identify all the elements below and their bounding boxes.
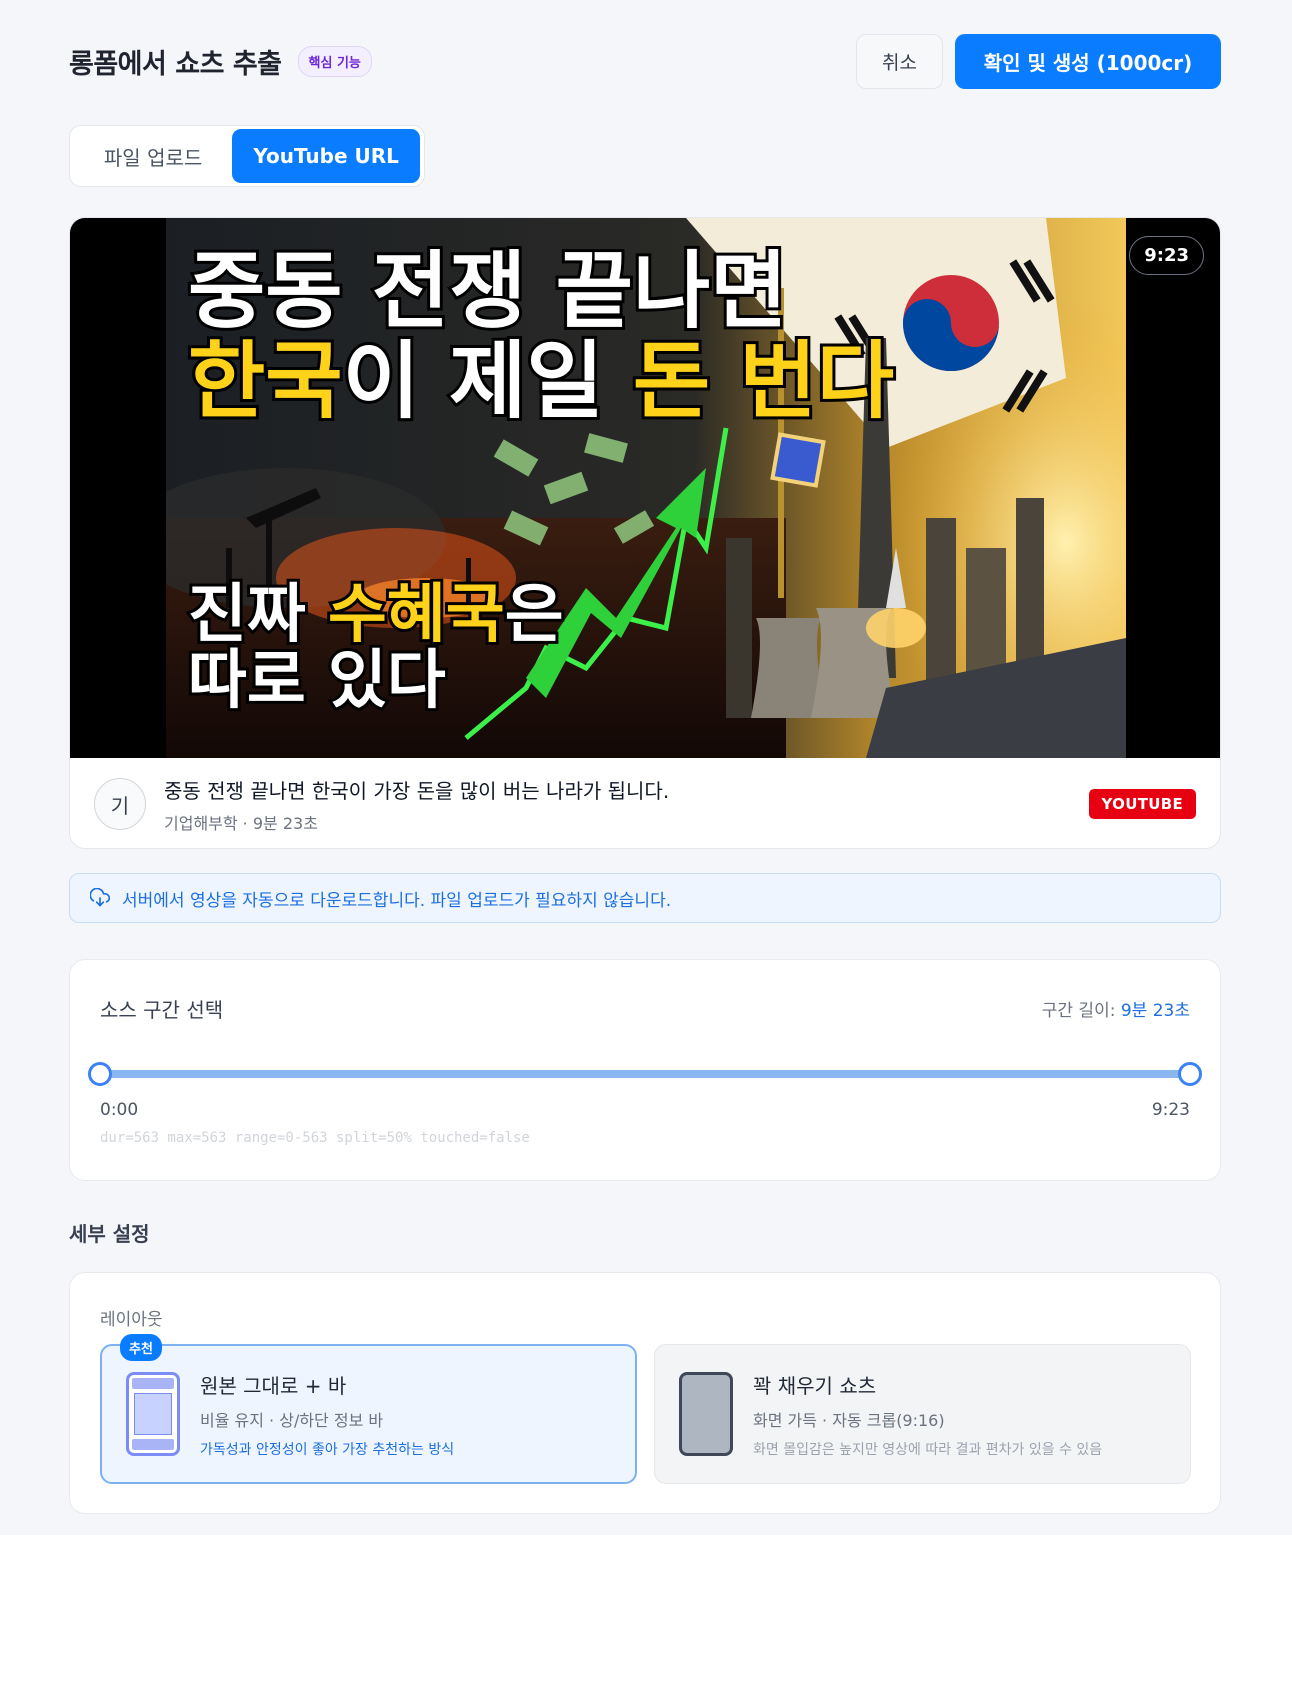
range-length-value: 9분 23초 bbox=[1120, 1001, 1190, 1021]
svg-text:진짜 수혜국은: 진짜 수혜국은 bbox=[188, 578, 564, 652]
range-debug-text: dur=563 max=563 range=0-563 split=50% to… bbox=[100, 1130, 530, 1146]
thumbnail-artwork: 중동 전쟁 끝나면 한국이 제일 돈 번다 진짜 수혜국은 따로 있다 bbox=[166, 218, 1126, 758]
slider-start-handle[interactable] bbox=[88, 1062, 112, 1086]
layout-option-original-with-bars[interactable]: 추천 원본 그대로 + 바 비율 유지 · 상/하단 정보 바 가독성과 안정성… bbox=[100, 1334, 637, 1484]
slider-end-handle[interactable] bbox=[1178, 1062, 1202, 1086]
thumbnail-headline-word-korea: 한국 bbox=[188, 332, 343, 430]
option-subtitle: 화면 가득 · 자동 크롭(9:16) bbox=[753, 1410, 945, 1430]
video-preview-card: 중동 전쟁 끝나면 한국이 제일 돈 번다 진짜 수혜국은 따로 있다 9:23… bbox=[69, 217, 1221, 849]
svg-text:한국이 제일 돈 번다: 한국이 제일 돈 번다 bbox=[188, 332, 894, 430]
page-title: 롱폼에서 쇼츠 추출 bbox=[69, 49, 282, 80]
layout-settings-card: 레이아웃 추천 원본 그대로 + 바 비율 유지 · 상/하단 정보 바 가독성… bbox=[69, 1272, 1221, 1514]
avatar-alt-text: 기 bbox=[110, 793, 130, 818]
video-meta: 기업해부학 · 9분 23초 bbox=[164, 813, 318, 833]
range-end-time: 9:23 bbox=[1151, 1100, 1190, 1120]
range-title: 소스 구간 선택 bbox=[100, 998, 224, 1022]
range-length-label: 구간 길이: bbox=[1041, 1001, 1121, 1021]
cancel-button[interactable]: 취소 bbox=[856, 34, 943, 89]
range-slider[interactable] bbox=[88, 1062, 1202, 1086]
option-text: 꽉 채우기 쇼츠 화면 가득 · 자동 크롭(9:16) 화면 몰입감은 높지만… bbox=[753, 1370, 1102, 1459]
slider-selected-range bbox=[100, 1070, 1190, 1078]
option-title: 원본 그대로 + 바 bbox=[200, 1373, 347, 1398]
tab-youtube-url[interactable]: YouTube URL bbox=[232, 129, 420, 183]
thumbnail-subline-line4: 따로 있다 bbox=[188, 644, 446, 718]
confirm-generate-button[interactable]: 확인 및 생성 (1000cr) bbox=[955, 34, 1221, 89]
phone-fill-icon bbox=[679, 1372, 733, 1456]
video-thumbnail[interactable]: 중동 전쟁 끝나면 한국이 제일 돈 번다 진짜 수혜국은 따로 있다 9:23 bbox=[70, 218, 1220, 758]
tab-file-upload[interactable]: 파일 업로드 bbox=[74, 129, 232, 183]
thumbnail-headline-word-money: 돈 번다 bbox=[633, 332, 894, 430]
page: 롱폼에서 쇼츠 추출 핵심 기능 취소 확인 및 생성 (1000cr) 파일 … bbox=[0, 0, 1292, 1535]
notice-text: 서버에서 영상을 자동으로 다운로드합니다. 파일 업로드가 필요하지 않습니다… bbox=[122, 890, 672, 911]
core-feature-badge: 핵심 기능 bbox=[297, 46, 372, 77]
option-text: 원본 그대로 + 바 비율 유지 · 상/하단 정보 바 가독성과 안정성이 좋… bbox=[200, 1370, 454, 1459]
range-header: 소스 구간 선택 구간 길이: 9분 23초 bbox=[100, 994, 1190, 1023]
header: 롱폼에서 쇼츠 추출 핵심 기능 취소 확인 및 생성 (1000cr) bbox=[69, 34, 1221, 89]
layout-option-fill-shorts[interactable]: 꽉 채우기 쇼츠 화면 가득 · 자동 크롭(9:16) 화면 몰입감은 높지만… bbox=[654, 1344, 1191, 1484]
option-note: 가독성과 안정성이 좋아 가장 추천하는 방식 bbox=[200, 1441, 455, 1458]
range-start-time: 0:00 bbox=[100, 1100, 139, 1120]
video-info: 기 중동 전쟁 끝나면 한국이 가장 돈을 많이 버는 나라가 됩니다. 기업해… bbox=[70, 758, 1220, 848]
channel-avatar: 기 bbox=[94, 778, 146, 830]
cloud-download-icon bbox=[90, 888, 110, 907]
phone-with-bars-icon bbox=[126, 1372, 180, 1456]
thumbnail-subline-word-particle: 은 bbox=[505, 578, 564, 652]
youtube-source-badge: YOUTUBE bbox=[1088, 789, 1196, 819]
source-tabs: 파일 업로드 YouTube URL bbox=[69, 125, 425, 187]
range-times: 0:00 9:23 bbox=[100, 1100, 1190, 1120]
layout-label: 레이아웃 bbox=[100, 1310, 163, 1330]
thumbnail-headline-line1: 중동 전쟁 끝나면 bbox=[188, 242, 787, 340]
option-subtitle: 비율 유지 · 상/하단 정보 바 bbox=[200, 1410, 384, 1430]
thumbnail-subline-word-real: 진짜 bbox=[188, 578, 328, 652]
thumbnail-headline-word-most: 이 제일 bbox=[343, 332, 633, 430]
details-section-title: 세부 설정 bbox=[69, 1222, 150, 1246]
duration-badge: 9:23 bbox=[1129, 236, 1204, 275]
thumbnail-subline-word-beneficiary: 수혜국 bbox=[328, 578, 505, 652]
option-note: 화면 몰입감은 높지만 영상에 따라 결과 편차가 있을 수 있음 bbox=[753, 1441, 1103, 1458]
video-text: 중동 전쟁 끝나면 한국이 가장 돈을 많이 버는 나라가 됩니다. 기업해부학… bbox=[164, 775, 1089, 834]
source-range-card: 소스 구간 선택 구간 길이: 9분 23초 0:00 9:23 dur=563… bbox=[69, 959, 1221, 1181]
auto-download-notice: 서버에서 영상을 자동으로 다운로드합니다. 파일 업로드가 필요하지 않습니다… bbox=[69, 873, 1221, 923]
video-title: 중동 전쟁 끝나면 한국이 가장 돈을 많이 버는 나라가 됩니다. bbox=[164, 778, 670, 803]
range-length: 구간 길이: 9분 23초 bbox=[1042, 996, 1190, 1021]
option-title: 꽉 채우기 쇼츠 bbox=[753, 1373, 877, 1398]
recommended-badge: 추천 bbox=[120, 1334, 162, 1361]
